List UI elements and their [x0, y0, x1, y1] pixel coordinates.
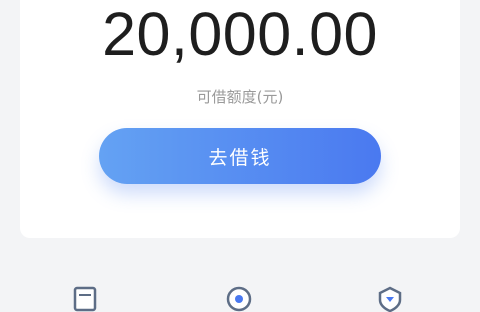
document-icon[interactable]: [73, 286, 99, 312]
credit-amount: 20,000.00: [102, 0, 378, 68]
credit-limit-label: 可借额度(元): [196, 88, 284, 106]
bottom-feature-row: [0, 280, 480, 312]
borrow-button-label: 去借钱: [208, 146, 272, 169]
borrow-button[interactable]: 去借钱: [99, 128, 381, 184]
globe-icon[interactable]: [226, 286, 252, 312]
shield-icon[interactable]: [377, 286, 403, 312]
